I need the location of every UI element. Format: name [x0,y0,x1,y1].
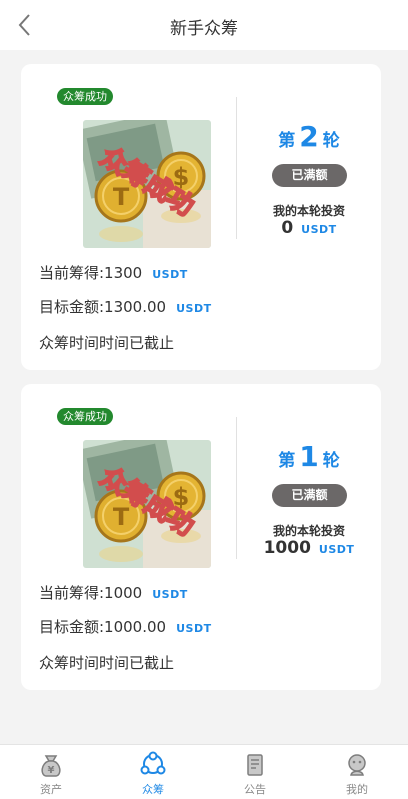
project-card[interactable]: 众筹成功 T $ 众筹成功 第2轮 已满额 我的本轮投资 0 USDT 当前筹得:… [21,64,381,370]
round-number: 第1轮 [278,440,340,473]
deadline-status: 众筹时间时间已截止 [39,334,175,352]
coins-image: T $ 众筹成功 [83,440,211,568]
bottom-tab-bar: ¥ 资产 众筹 公告 我的 [0,744,408,799]
tab-profile[interactable]: 我的 [306,751,408,797]
success-badge: 众筹成功 [57,408,113,425]
raised-amount: 当前筹得:1000 USDT [39,584,188,602]
tab-crowdfunding[interactable]: 众筹 [102,751,204,797]
my-investment-label: 我的本轮投资 [272,524,345,538]
page-title: 新手众筹 [170,19,238,39]
my-investment-label: 我的本轮投资 [272,204,345,218]
crowdfund-icon [140,751,166,775]
project-image: T $ 众筹成功 [83,120,211,248]
money-bag-icon: ¥ [41,755,61,777]
profile-icon [348,754,366,776]
project-image: T $ 众筹成功 [83,440,211,568]
status-pill: 已满额 [272,484,347,507]
target-amount: 目标金额:1300.00 USDT [39,298,212,316]
project-card[interactable]: 众筹成功 T $ 众筹成功 第1轮 已满额 我的本轮投资 1000 USDT 当前… [21,384,381,690]
tab-assets[interactable]: ¥ 资产 [0,751,102,797]
success-badge: 众筹成功 [57,88,113,105]
target-amount: 目标金额:1000.00 USDT [39,618,212,636]
tab-announcements[interactable]: 公告 [204,751,306,797]
status-pill: 已满额 [272,164,347,187]
raised-amount: 当前筹得:1300 USDT [39,264,188,282]
svg-text:¥: ¥ [48,765,55,776]
coins-image: T $ 众筹成功 [83,120,211,248]
top-bar: 新手众筹 [0,0,408,50]
my-investment: 0 USDT [281,218,337,238]
round-number: 第2轮 [278,120,340,153]
notice-icon [247,754,263,776]
my-investment: 1000 USDT [263,538,355,558]
deadline-status: 众筹时间时间已截止 [39,654,175,672]
